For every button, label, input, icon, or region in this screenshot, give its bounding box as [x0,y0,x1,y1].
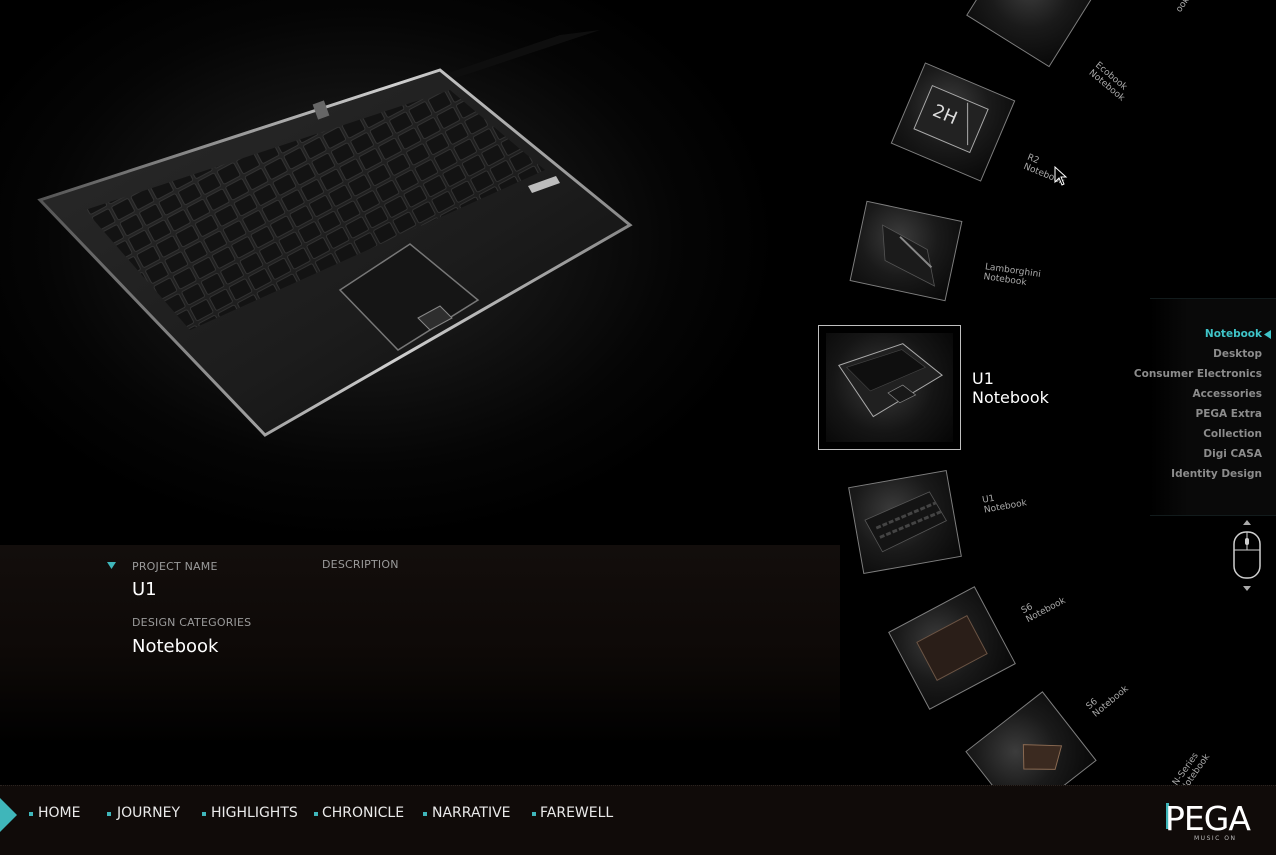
nav-farewell[interactable]: FAREWELL [540,805,613,821]
carousel-thumbnail[interactable]: 2H [890,62,1016,182]
mouse-scroll-icon[interactable] [1230,520,1264,592]
category-desktop[interactable]: Desktop [1213,348,1262,360]
nav-highlights[interactable]: HIGHLIGHTS [211,805,298,821]
hero-product-image [0,0,840,545]
lamborghini-notebook-image [882,224,936,287]
selected-item-label: U1 Notebook [972,369,1049,407]
carousel-item-label[interactable]: N-Series Notebook [1171,747,1212,785]
chevron-right-icon[interactable] [0,798,18,832]
design-categories-label: DESIGN CATEGORIES [132,616,252,629]
nav-narrative[interactable]: NARRATIVE [432,805,511,821]
carousel-item-label[interactable]: Lamborghini Notebook [983,262,1041,290]
category-accessories[interactable]: Accessories [1192,388,1262,400]
carousel-item-label[interactable]: ook [1174,0,1192,15]
project-name-value: U1 [132,579,157,600]
carousel-thumbnail-selected[interactable] [818,325,961,450]
category-digi-casa[interactable]: Digi CASA [1203,448,1262,460]
carousel-thumbnail[interactable] [965,691,1097,785]
u1-notebook-image [838,343,944,418]
triangle-down-icon[interactable] [107,562,117,570]
triangle-left-icon [1264,330,1271,339]
category-pega-extra[interactable]: PEGA Extra [1196,408,1263,420]
description-label: DESCRIPTION [322,558,399,571]
u1-keyboard-image [864,491,947,553]
project-name-label: PROJECT NAME [132,560,218,573]
mouse-cursor-icon [1054,166,1068,186]
carousel-thumbnail[interactable] [848,469,962,575]
carousel-thumbnail[interactable] [849,200,963,302]
nav-journey[interactable]: JOURNEY [117,805,180,821]
carousel-item-label[interactable]: Ecobook Notebook [1087,60,1133,103]
s6-notebook-image [1022,744,1063,770]
category-collection[interactable]: Collection [1203,428,1262,440]
design-category-value: Notebook [132,636,219,657]
carousel-item-label[interactable]: U1 Notebook [982,488,1028,516]
carousel-thumbnail[interactable] [888,586,1016,710]
carousel-item-label[interactable]: S6 Notebook [1085,676,1131,719]
s6-notebook-image [916,615,988,681]
nav-home[interactable]: HOME [38,805,80,821]
r2-notebook-image: 2H [913,84,989,154]
carousel-item-label[interactable]: S6 Notebook [1020,587,1068,625]
carousel-thumbnail[interactable] [966,0,1096,68]
pega-logo[interactable]: PEGA MUSIC ON [1165,799,1265,845]
bottom-navigation-bar: HOME JOURNEY HIGHLIGHTS CHRONICLE NARRAT… [0,785,1276,855]
nav-chronicle[interactable]: CHRONICLE [322,805,404,821]
project-info-panel [0,545,840,745]
laptop-illustration [37,30,633,437]
category-notebook[interactable]: Notebook [1205,328,1262,340]
category-consumer-electronics[interactable]: Consumer Electronics [1134,368,1262,380]
category-identity-design[interactable]: Identity Design [1171,468,1262,480]
